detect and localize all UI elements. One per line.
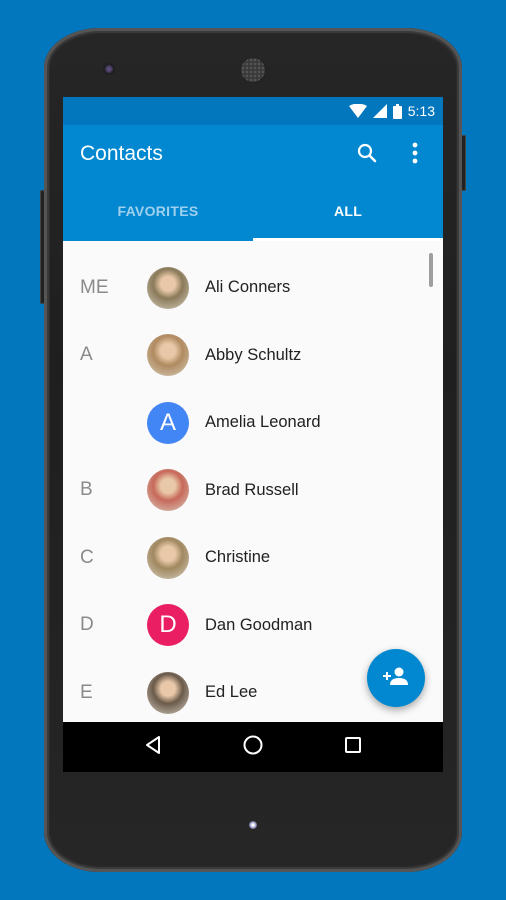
more-vert-icon xyxy=(412,142,418,169)
page-title: Contacts xyxy=(80,142,163,165)
recents-icon xyxy=(344,736,362,759)
earpiece-speaker xyxy=(241,58,265,82)
section-letter: B xyxy=(80,479,93,501)
add-person-icon xyxy=(383,666,409,691)
avatar xyxy=(147,334,189,377)
avatar: A xyxy=(147,401,189,444)
tab-favorites[interactable]: FAVORITES xyxy=(63,181,253,241)
avatar-initial: D xyxy=(159,611,177,639)
section-letter: E xyxy=(80,681,93,703)
front-camera xyxy=(103,63,115,75)
tab-all[interactable]: ALL xyxy=(253,181,443,241)
contact-row[interactable]: ME Ali Conners xyxy=(63,254,443,322)
contact-row[interactable]: A Amelia Leonard xyxy=(63,389,443,457)
app-bar: Contacts FAVORITES ALL xyxy=(63,125,443,241)
avatar xyxy=(147,671,189,714)
contact-name: Brad Russell xyxy=(205,480,299,499)
more-options-button[interactable] xyxy=(399,139,431,171)
avatar xyxy=(147,536,189,579)
contact-name: Ed Lee xyxy=(205,683,258,702)
contact-row[interactable]: D D Dan Goodman xyxy=(63,592,443,660)
contact-name: Ali Conners xyxy=(205,278,291,297)
screen: 5:13 Contacts FAVORITES ALL ME Ali Conner… xyxy=(63,97,443,772)
tab-bar: FAVORITES ALL xyxy=(63,181,443,241)
notification-led xyxy=(249,821,257,829)
section-letter: D xyxy=(80,614,94,636)
status-time: 5:13 xyxy=(407,103,435,119)
back-icon xyxy=(144,735,162,760)
section-letter: C xyxy=(80,546,94,568)
contact-name: Dan Goodman xyxy=(205,615,313,634)
battery-icon xyxy=(392,103,402,119)
search-button[interactable] xyxy=(351,139,383,171)
search-icon xyxy=(357,143,377,168)
avatar: D xyxy=(147,604,189,647)
section-letter: A xyxy=(80,344,93,366)
contact-name: Amelia Leonard xyxy=(205,413,321,432)
home-button[interactable] xyxy=(233,727,273,767)
back-button[interactable] xyxy=(133,727,173,767)
section-letter: ME xyxy=(80,276,109,298)
contact-name: Abby Schultz xyxy=(205,345,302,364)
avatar-initial: A xyxy=(159,408,176,436)
contact-name: Christine xyxy=(205,548,271,567)
navigation-bar xyxy=(63,722,443,772)
status-bar: 5:13 xyxy=(63,97,443,125)
contact-row[interactable]: B Brad Russell xyxy=(63,457,443,525)
avatar xyxy=(147,469,189,512)
home-icon xyxy=(242,734,264,761)
cell-signal-icon xyxy=(372,104,387,118)
contact-row[interactable]: A Abby Schultz xyxy=(63,322,443,390)
wifi-icon xyxy=(348,104,367,118)
add-contact-button[interactable] xyxy=(367,649,425,707)
contact-row[interactable]: C Christine xyxy=(63,524,443,592)
avatar xyxy=(147,266,189,309)
recents-button[interactable] xyxy=(333,727,373,767)
